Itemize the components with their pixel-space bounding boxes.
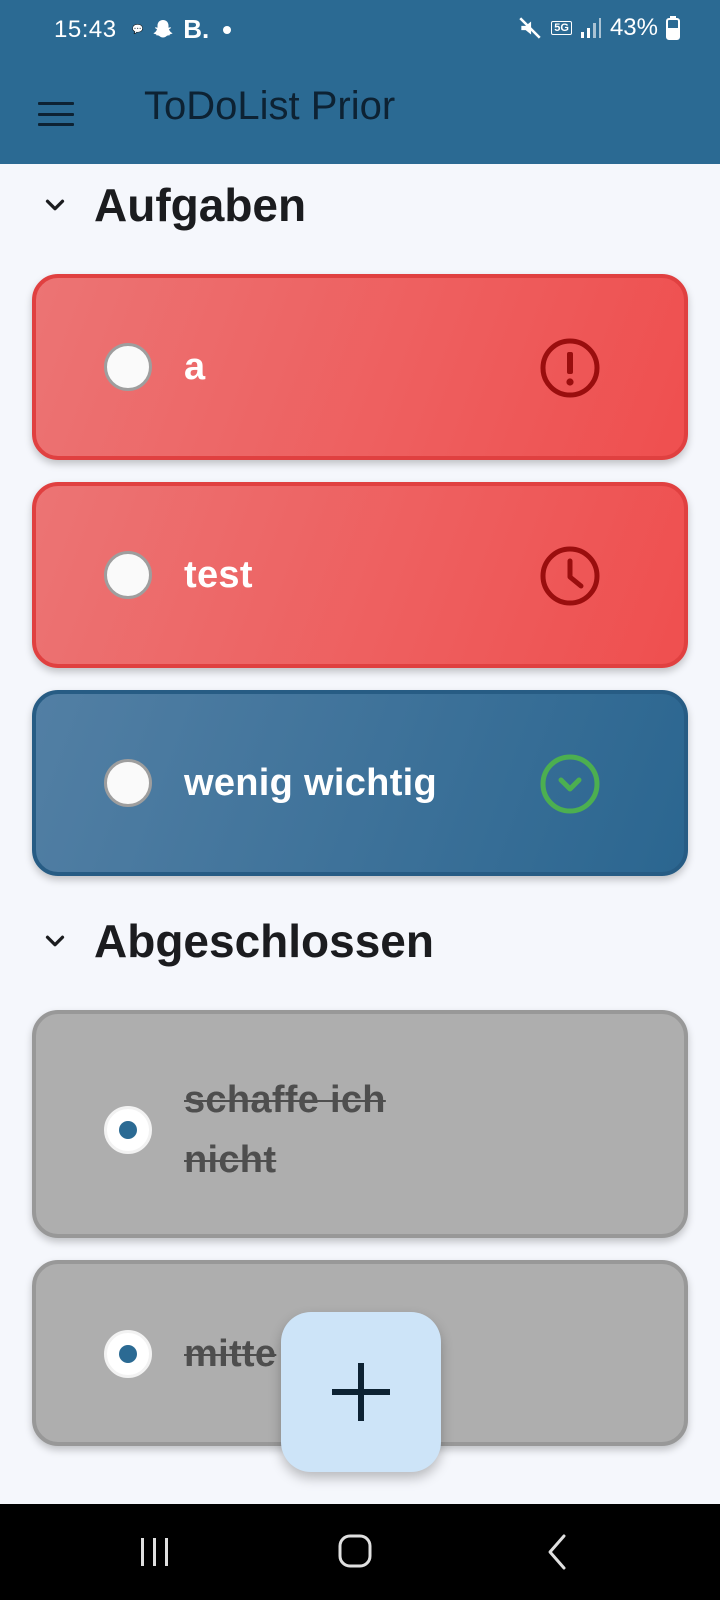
- more-notifications-dot: [223, 25, 232, 34]
- mute-icon: [519, 17, 541, 39]
- task-label: test: [184, 554, 253, 596]
- check-circle-icon: [540, 754, 600, 814]
- app-title: ToDoList Prior: [144, 84, 396, 128]
- status-bar: 15:43 💬 B. 5G 43%: [0, 0, 720, 64]
- home-icon[interactable]: [334, 1530, 378, 1574]
- snapchat-icon: [153, 19, 173, 37]
- section-header-open[interactable]: Aufgaben: [40, 178, 306, 232]
- section-title-open: Aufgaben: [94, 179, 307, 231]
- task-card[interactable]: a: [32, 274, 688, 460]
- recents-icon[interactable]: [133, 1530, 177, 1574]
- chevron-down-icon: [45, 199, 65, 211]
- system-icons: 5G 43%: [517, 14, 680, 42]
- task-checkbox[interactable]: [104, 343, 152, 391]
- 5g-icon: 5G: [551, 21, 572, 35]
- task-label: wenig wichtig: [184, 762, 438, 804]
- section-title-done: Abgeschlossen: [94, 915, 434, 967]
- task-card[interactable]: wenig wichtig: [32, 690, 688, 876]
- chat-icon: 💬: [132, 24, 144, 34]
- b-app-label: B.: [183, 14, 210, 44]
- battery-percent: 43%: [609, 14, 658, 41]
- task-checkbox[interactable]: [104, 551, 152, 599]
- back-icon[interactable]: [536, 1530, 580, 1574]
- menu-icon[interactable]: [36, 96, 76, 132]
- task-checkbox[interactable]: [104, 1330, 152, 1378]
- done-task-card[interactable]: schaffe ich nicht: [32, 1010, 688, 1238]
- battery-icon: [666, 16, 680, 40]
- clock-icon: [540, 546, 600, 606]
- task-label: schaffe ich nicht: [184, 1079, 386, 1181]
- section-header-done[interactable]: Abgeschlossen: [40, 914, 434, 968]
- app-bar: ToDoList Prior: [0, 64, 720, 164]
- alert-icon: [540, 338, 600, 398]
- navigation-bar: [0, 1504, 720, 1600]
- add-task-button[interactable]: [281, 1312, 441, 1472]
- status-time: 15:43: [54, 16, 117, 43]
- task-checkbox[interactable]: [104, 759, 152, 807]
- chevron-down-icon: [45, 935, 65, 947]
- task-label: a: [184, 346, 206, 388]
- task-checkbox[interactable]: [104, 1106, 152, 1154]
- notification-icons: 💬 B.: [132, 14, 232, 45]
- plus-icon: [332, 1363, 390, 1421]
- task-card[interactable]: test: [32, 482, 688, 668]
- signal-icon: [580, 18, 601, 38]
